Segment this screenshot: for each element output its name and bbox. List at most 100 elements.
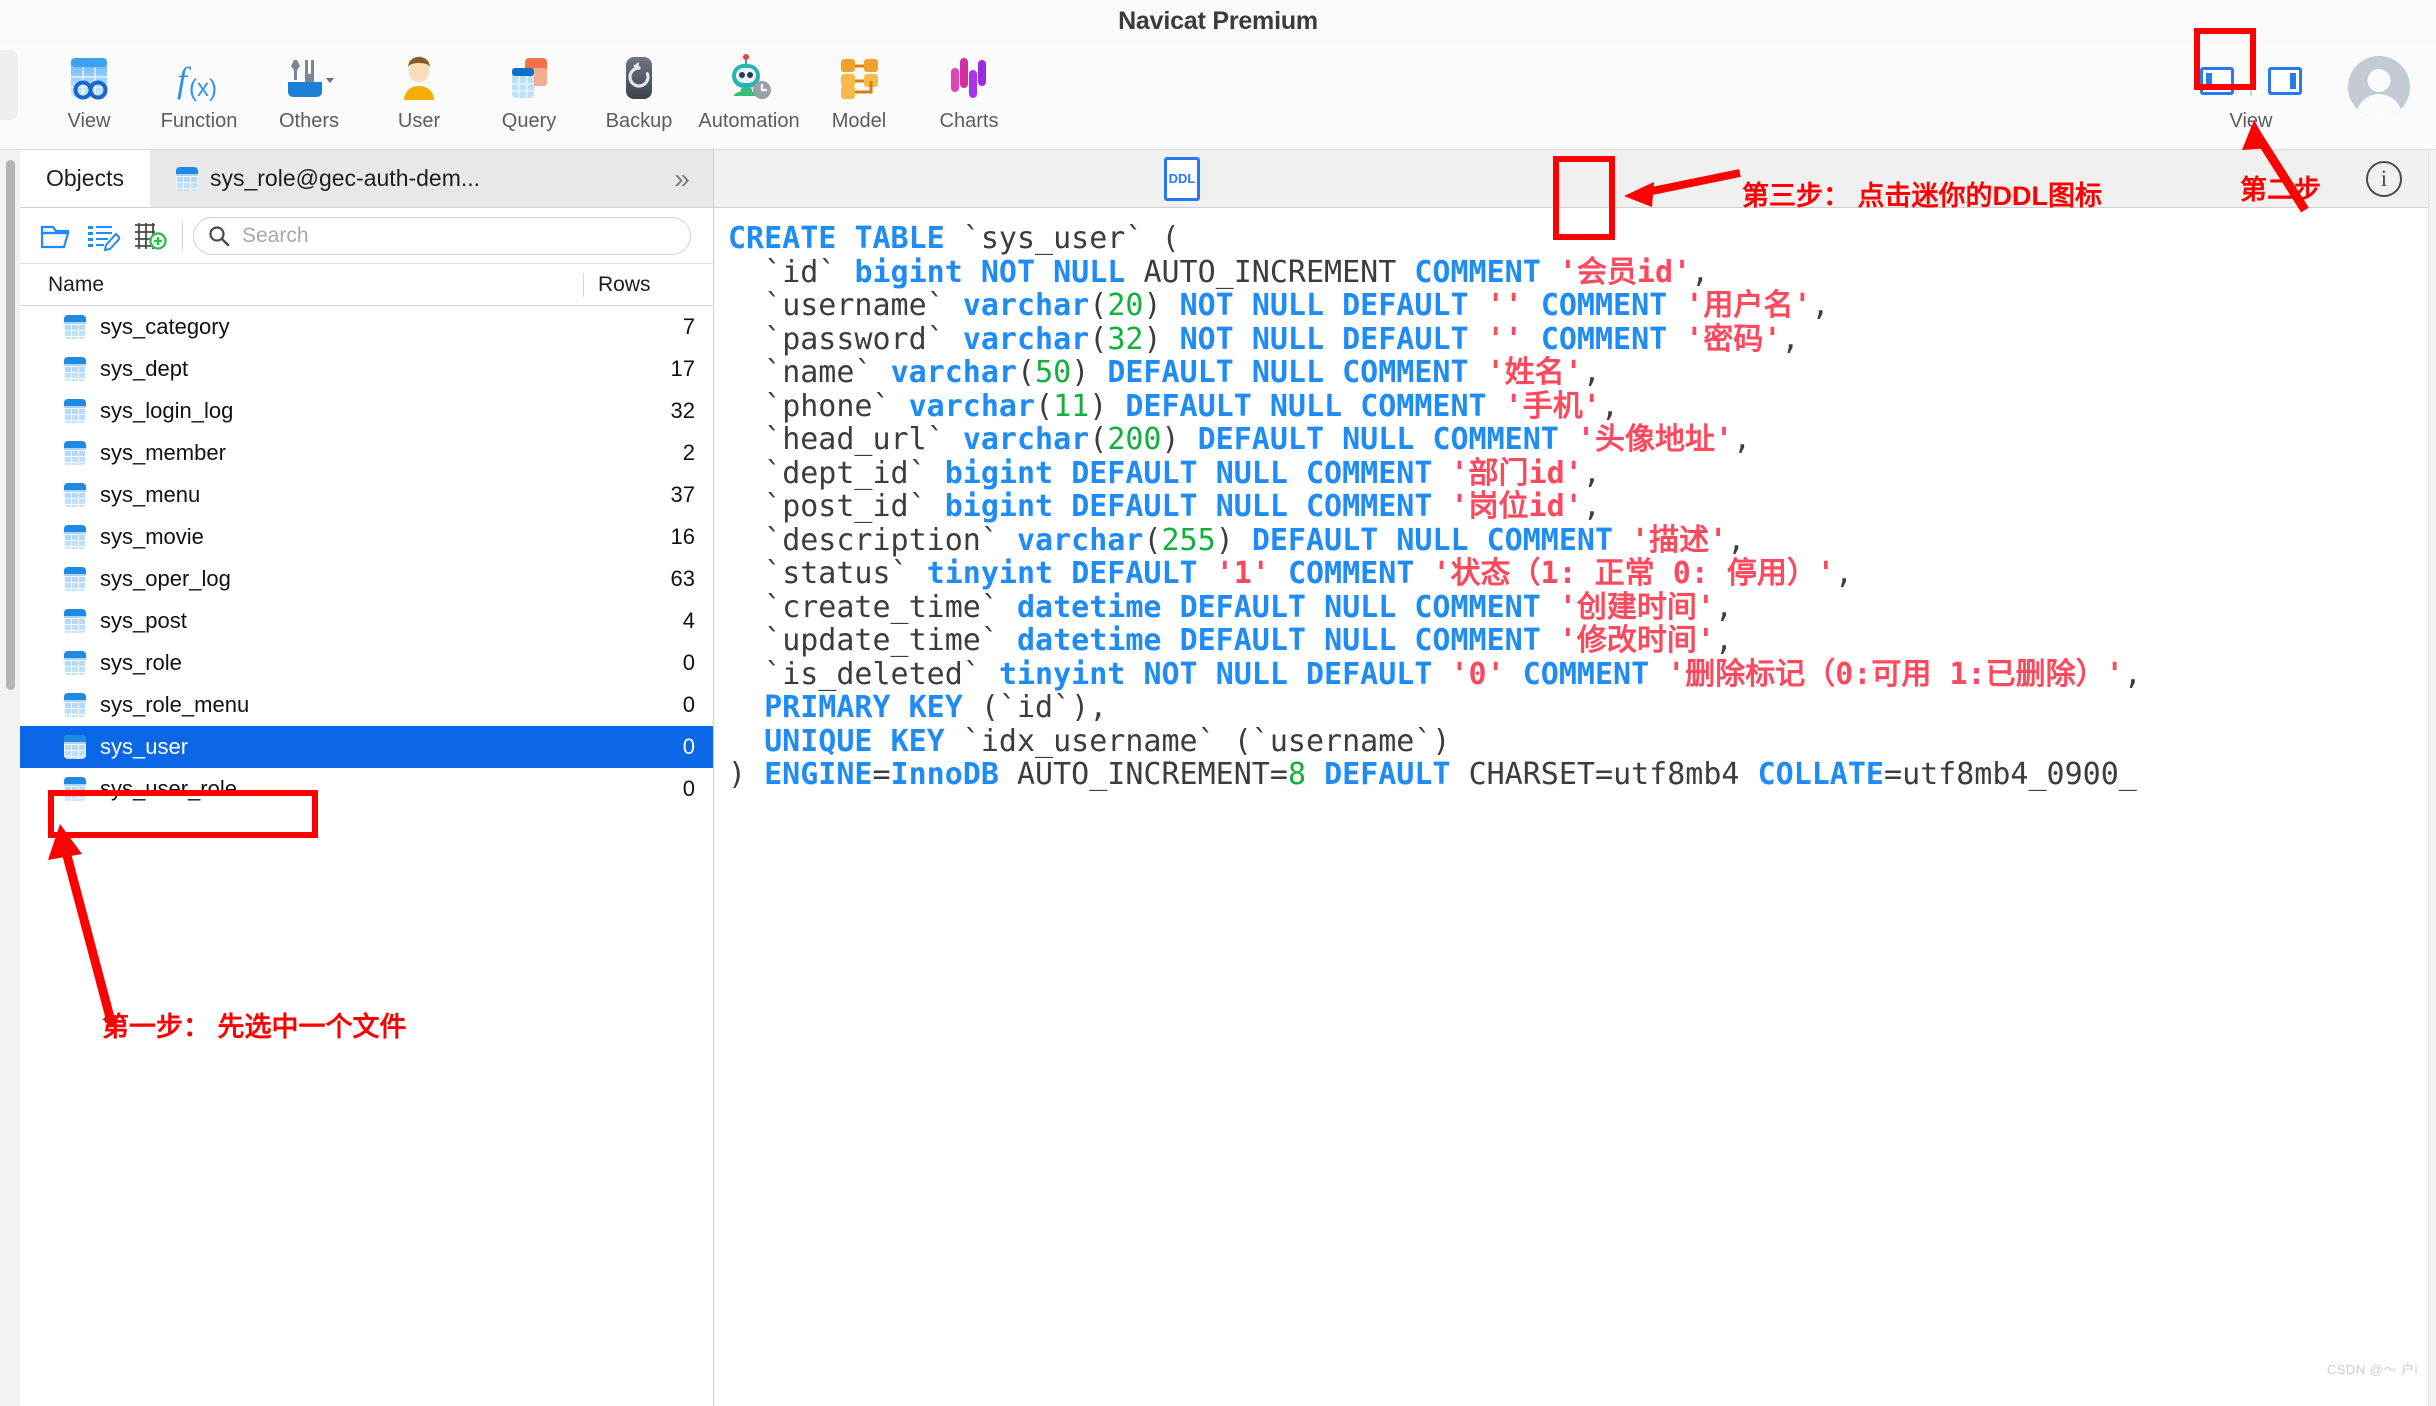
table-row-name-cell: sys_user (20, 734, 583, 760)
table-row[interactable]: sys_category7 (20, 306, 713, 348)
table-icon (64, 483, 86, 507)
annotation-text-step2: 第二步 (2240, 168, 2321, 207)
design-table-icon[interactable] (80, 216, 126, 256)
table-name-label: sys_role_menu (100, 692, 249, 718)
tab-label: Objects (46, 165, 124, 192)
table-row[interactable]: sys_member2 (20, 432, 713, 474)
table-row-count-cell: 0 (583, 734, 713, 760)
table-row[interactable]: sys_post 4 (20, 600, 713, 642)
table-row-count-cell: 4 (583, 608, 713, 634)
window-title: Navicat Premium (1118, 7, 1318, 36)
tab-overflow-button[interactable]: » (651, 150, 713, 207)
table-row[interactable]: sys_dept17 (20, 348, 713, 390)
tab-sys-role-connection[interactable]: sys_role@gec-auth-dem... (150, 150, 506, 207)
table-row-count-cell: 16 (583, 524, 713, 550)
action-divider (182, 222, 183, 250)
sql-line: `post_id` bigint DEFAULT NULL COMMENT '岗… (728, 490, 2436, 524)
table-row[interactable]: sys_role_menu0 (20, 684, 713, 726)
table-icon (64, 651, 86, 675)
toolbar-label: User (398, 110, 440, 133)
toolbar-button-view[interactable]: View (34, 42, 144, 133)
table-name-label: sys_oper_log (100, 566, 231, 592)
table-icon (64, 525, 86, 549)
table-row[interactable]: sys_role0 (20, 642, 713, 684)
table-row-count-cell: 2 (583, 440, 713, 466)
table-row-name-cell: sys_member (20, 440, 583, 466)
table-row-name-cell: sys_movie (20, 524, 583, 550)
tab-objects[interactable]: Objects (20, 150, 150, 207)
sql-line: `password` varchar(32) NOT NULL DEFAULT … (728, 323, 2436, 357)
window-titlebar: Navicat Premium (0, 0, 2436, 42)
toolbar-label: Automation (698, 110, 799, 133)
others-tools-icon (280, 52, 338, 108)
table-row-name-cell: sys_role (20, 650, 583, 676)
table-row-count-cell: 0 (583, 776, 713, 802)
toolbar-button-others[interactable]: Others (254, 42, 364, 133)
table-row-name-cell: sys_category (20, 314, 583, 340)
table-row-count-cell: 37 (583, 482, 713, 508)
ddl-document-icon[interactable]: DDL (1164, 157, 1200, 201)
sql-line: PRIMARY KEY (`id`), (728, 691, 2436, 725)
annotation-text-step1: 第一步： 先选中一个文件 (102, 1005, 407, 1044)
table-icon (64, 399, 86, 423)
table-row[interactable]: sys_user0 (20, 726, 713, 768)
table-name-label: sys_login_log (100, 398, 233, 424)
table-icon (176, 167, 198, 191)
watermark: CSDN @〜 户i (2327, 1359, 2418, 1378)
toolbar-button-automation[interactable]: Automation (694, 42, 804, 133)
table-row-count-cell: 0 (583, 650, 713, 676)
table-name-label: sys_category (100, 314, 230, 340)
column-header-rows: Rows (583, 273, 713, 297)
user-person-icon (393, 52, 445, 108)
toolbar-label: Function (161, 110, 238, 133)
left-rail (0, 150, 20, 1406)
svg-text:(x): (x) (189, 75, 217, 102)
function-fx-icon: f (x) (173, 52, 225, 108)
table-row-name-cell: sys_oper_log (20, 566, 583, 592)
sidebar-tabbar: Objects sys_role@gec-auth-dem... » (20, 150, 713, 208)
toolbar-button-function[interactable]: f (x) Function (144, 42, 254, 133)
main-body: Objects sys_role@gec-auth-dem... » (0, 150, 2436, 1406)
table-row-name-cell: sys_role_menu (20, 692, 583, 718)
search-input[interactable]: Search (193, 217, 691, 255)
backup-restore-icon (613, 52, 665, 108)
table-row[interactable]: sys_oper_log63 (20, 558, 713, 600)
sql-line: `username` varchar(20) NOT NULL DEFAULT … (728, 289, 2436, 323)
sql-line: `status` tinyint DEFAULT '1' COMMENT '状态… (728, 557, 2436, 591)
sql-line: ) ENGINE=InnoDB AUTO_INCREMENT=8 DEFAULT… (728, 758, 2436, 792)
model-nodes-icon (833, 52, 885, 108)
left-scrollbar-thumb[interactable] (6, 160, 15, 690)
column-header-name: Name (20, 273, 583, 297)
new-table-icon[interactable] (126, 216, 172, 256)
open-folder-icon[interactable] (34, 216, 80, 256)
toolbar-button-backup[interactable]: Backup (584, 42, 694, 133)
table-row[interactable]: sys_menu 37 (20, 474, 713, 516)
sql-line: `dept_id` bigint DEFAULT NULL COMMENT '部… (728, 457, 2436, 491)
table-name-label: sys_dept (100, 356, 188, 382)
table-name-label: sys_menu (100, 482, 200, 508)
toolbar-button-model[interactable]: Model (804, 42, 914, 133)
table-row[interactable]: sys_movie 16 (20, 516, 713, 558)
navicat-window: Navicat Premium (0, 0, 2436, 1406)
toolbar-label: Charts (940, 110, 999, 133)
table-icon (64, 735, 86, 759)
toolbar-button-user[interactable]: User (364, 42, 474, 133)
table-row[interactable]: sys_login_log 32 (20, 390, 713, 432)
table-name-label: sys_movie (100, 524, 204, 550)
toolbar-button-charts[interactable]: Charts (914, 42, 1024, 133)
toolbar-items: View f (x) Function (18, 42, 1024, 133)
search-placeholder: Search (242, 224, 309, 248)
toolbar-button-query[interactable]: Query (474, 42, 584, 133)
toolbar-label: Others (279, 110, 339, 133)
sql-line: `create_time` datetime DEFAULT NULL COMM… (728, 591, 2436, 625)
view-table-icon (63, 52, 115, 108)
table-row-name-cell: sys_post (20, 608, 583, 634)
objects-action-bar: Search (20, 208, 713, 264)
sql-code-view[interactable]: CREATE TABLE `sys_user` ( `id` bigint NO… (714, 208, 2436, 1406)
editor-right-edge (2428, 150, 2436, 1406)
annotation-text-step3: 第三步： 点击迷你的DDL图标 (1742, 174, 2102, 213)
sql-line: `head_url` varchar(200) DEFAULT NULL COM… (728, 423, 2436, 457)
table-name-label: sys_post (100, 608, 187, 634)
sql-line: `description` varchar(255) DEFAULT NULL … (728, 524, 2436, 558)
table-row-count-cell: 32 (583, 398, 713, 424)
